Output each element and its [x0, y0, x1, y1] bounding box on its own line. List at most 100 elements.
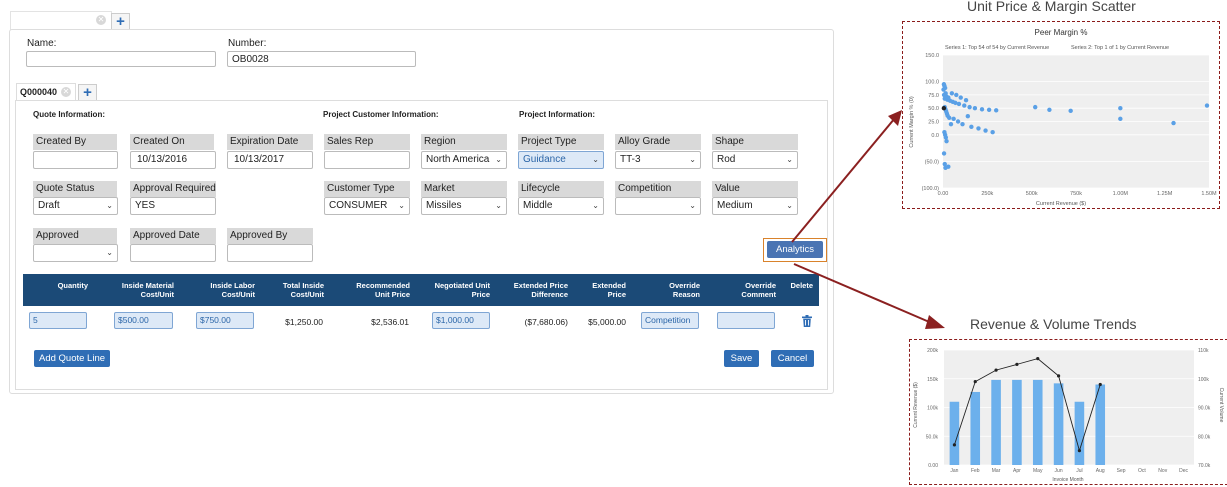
expiration-input[interactable]: 10/13/2017	[227, 151, 313, 169]
header-text: Unit Price	[374, 290, 410, 299]
name-label: Name:	[27, 38, 57, 49]
scatter-point	[969, 124, 974, 130]
approved-label: Approved	[33, 228, 117, 244]
market-select[interactable]: Missiles ⌄	[421, 197, 507, 215]
y-tick-label: 25.0	[928, 120, 939, 126]
market-label: Market	[421, 181, 507, 197]
close-icon[interactable]: ✕	[96, 15, 106, 25]
negotiated-price-input[interactable]: $1,000.00	[432, 312, 490, 329]
scatter-subtitle-s1: Series 1: Top 54 of 54 by Current Revenu…	[945, 45, 1049, 51]
volume-point	[1036, 357, 1040, 361]
chevron-down-icon: ⌄	[689, 201, 696, 210]
created-by-label: Created By	[33, 134, 117, 150]
trends-chart: Invoice Month Current Revenue ($) Curren…	[913, 348, 1224, 483]
y2-tick-label: 110k	[1198, 348, 1209, 354]
y-tick-label: 75.0	[928, 93, 939, 99]
x-tick-label: Jan	[950, 468, 958, 474]
scatter-plot-area: 150.0 100.0 75.0 50.0 25.0 0.0 (50.0) (100.0)0.…	[922, 53, 1217, 197]
y-tick-label: 200k	[927, 348, 938, 354]
close-icon[interactable]: ✕	[61, 87, 71, 97]
header-text: Inside Labor	[210, 281, 255, 290]
chevron-down-icon: ⌄	[495, 155, 502, 164]
scatter-chart-frame: Peer Margin % Series 1: Top 54 of 54 by …	[902, 21, 1220, 209]
section-customer: Project Customer Information:	[323, 110, 439, 119]
header-text: Recommended	[356, 281, 410, 290]
project-type-select[interactable]: Guidance ⌄	[518, 151, 604, 169]
scatter-point	[941, 151, 947, 156]
name-input[interactable]	[26, 51, 216, 67]
quote-status-select[interactable]: Draft ⌄	[33, 197, 118, 215]
save-button[interactable]: Save	[724, 350, 759, 367]
sales-rep-input[interactable]	[324, 151, 410, 169]
arrow-to-scatter	[791, 117, 896, 243]
y-tick-label: 100.0	[925, 80, 939, 86]
material-cost-input[interactable]: $500.00	[114, 312, 173, 329]
alloy-label: Alloy Grade	[615, 134, 701, 150]
region-select[interactable]: North America ⌄	[421, 151, 507, 169]
y-tick-label: (100.0)	[922, 186, 940, 192]
recommended-price-cell: $2,536.01	[371, 317, 409, 327]
scatter-point	[1033, 104, 1038, 110]
number-input[interactable]: OB0028	[227, 51, 416, 67]
scatter-title: Peer Margin %	[1035, 28, 1088, 37]
scatter-point	[972, 106, 978, 111]
scatter-point	[986, 107, 992, 112]
header-total: Total Inside Cost/Unit	[261, 274, 330, 306]
alloy-select[interactable]: TT-3 ⌄	[615, 151, 701, 169]
scatter-point	[1204, 103, 1210, 108]
created-by-input[interactable]	[33, 151, 118, 169]
add-quote-line-button[interactable]: Add Quote Line	[34, 350, 110, 367]
y-tick-label: 50.0k	[926, 434, 939, 440]
x-tick-label: Dec	[1179, 468, 1188, 474]
override-reason-select[interactable]: Competition	[641, 312, 699, 329]
scatter-point	[983, 128, 988, 133]
approval-required-input[interactable]: YES	[130, 197, 216, 215]
number-label: Number:	[228, 38, 267, 49]
approved-date-input[interactable]	[130, 244, 216, 262]
customer-type-select[interactable]: CONSUMER ⌄	[324, 197, 410, 215]
header-extended: Extended Price	[574, 274, 632, 306]
section-quote: Quote Information:	[33, 110, 105, 119]
header-text: Override	[745, 281, 776, 290]
project-type-label: Project Type	[518, 134, 604, 150]
override-comment-input[interactable]	[717, 312, 775, 329]
approved-by-input[interactable]	[227, 244, 313, 262]
header-override-comment: Override Comment	[706, 274, 782, 306]
chevron-down-icon: ⌄	[689, 155, 696, 164]
scatter-point	[1171, 120, 1176, 126]
x-tick-label: 1.00M	[1113, 191, 1129, 197]
competition-label: Competition	[615, 181, 701, 197]
x-tick-label: May	[1033, 468, 1043, 474]
header-text: Cost/Unit	[290, 290, 324, 299]
approval-required-label: Approval Required	[130, 181, 216, 197]
scatter-point	[967, 104, 972, 110]
labor-cost-input[interactable]: $750.00	[196, 312, 254, 329]
customer-type-value: CONSUMER	[329, 200, 388, 211]
chevron-down-icon: ⌄	[495, 201, 502, 210]
region-value: North America	[426, 154, 490, 165]
lifecycle-select[interactable]: Middle ⌄	[518, 197, 604, 215]
x-tick-label: Oct	[1138, 468, 1146, 474]
header-negotiated: Negotiated Unit Price	[416, 274, 496, 306]
competition-select[interactable]: ⌄	[615, 197, 701, 215]
chevron-down-icon: ⌄	[398, 201, 405, 210]
y-tick-label: (50.0)	[925, 159, 940, 165]
section-project: Project Information:	[519, 110, 596, 119]
header-text: Extended Price	[513, 281, 568, 290]
alloy-value: TT-3	[620, 154, 641, 165]
y-tick-label: 50.0	[928, 106, 939, 112]
scatter-point	[947, 115, 952, 120]
approved-select[interactable]: ⌄	[33, 244, 118, 262]
header-material: Inside Material Cost/Unit	[94, 274, 180, 306]
y-tick-label: 100k	[927, 406, 938, 412]
x-tick-label: Jun	[1055, 468, 1063, 474]
scatter-point	[948, 121, 954, 127]
header-recommended: Recommended Unit Price	[330, 274, 416, 306]
created-on-label: Created On	[130, 134, 214, 150]
quantity-input[interactable]: 5	[29, 312, 87, 329]
x-tick-label: 500k	[1026, 191, 1038, 197]
created-on-input[interactable]: 10/13/2016	[130, 151, 216, 169]
sales-rep-label: Sales Rep	[324, 134, 410, 150]
cancel-button[interactable]: Cancel	[771, 350, 814, 367]
y-tick-label: 0.0	[931, 133, 939, 139]
